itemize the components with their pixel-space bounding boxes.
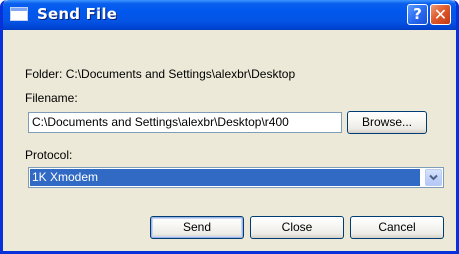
cancel-button[interactable]: Cancel: [350, 216, 444, 239]
folder-path: C:\Documents and Settings\alexbr\Desktop: [65, 67, 296, 81]
send-file-dialog: Send File ? ✕ Folder: C:\Documents and S…: [0, 0, 459, 254]
protocol-select[interactable]: 1K Xmodem: [28, 167, 444, 188]
protocol-label: Protocol:: [25, 148, 73, 162]
chevron-down-icon: [429, 174, 438, 181]
help-icon: ?: [413, 5, 422, 23]
title-bar[interactable]: Send File ? ✕: [3, 0, 456, 30]
filename-input[interactable]: C:\Documents and Settings\alexbr\Desktop…: [28, 112, 342, 133]
send-button[interactable]: Send: [150, 216, 244, 239]
dropdown-button[interactable]: [425, 169, 442, 186]
folder-label: Folder:: [25, 67, 63, 81]
protocol-selected-value: 1K Xmodem: [30, 169, 420, 186]
browse-button[interactable]: Browse...: [347, 111, 427, 134]
filename-label: Filename:: [25, 91, 78, 105]
window-title: Send File: [37, 5, 118, 23]
help-button[interactable]: ?: [407, 4, 428, 25]
close-icon: ✕: [433, 5, 448, 24]
close-window-button[interactable]: ✕: [430, 4, 451, 25]
window-icon: [10, 7, 28, 21]
close-button[interactable]: Close: [250, 216, 344, 239]
folder-row: Folder: C:\Documents and Settings\alexbr…: [25, 67, 295, 81]
